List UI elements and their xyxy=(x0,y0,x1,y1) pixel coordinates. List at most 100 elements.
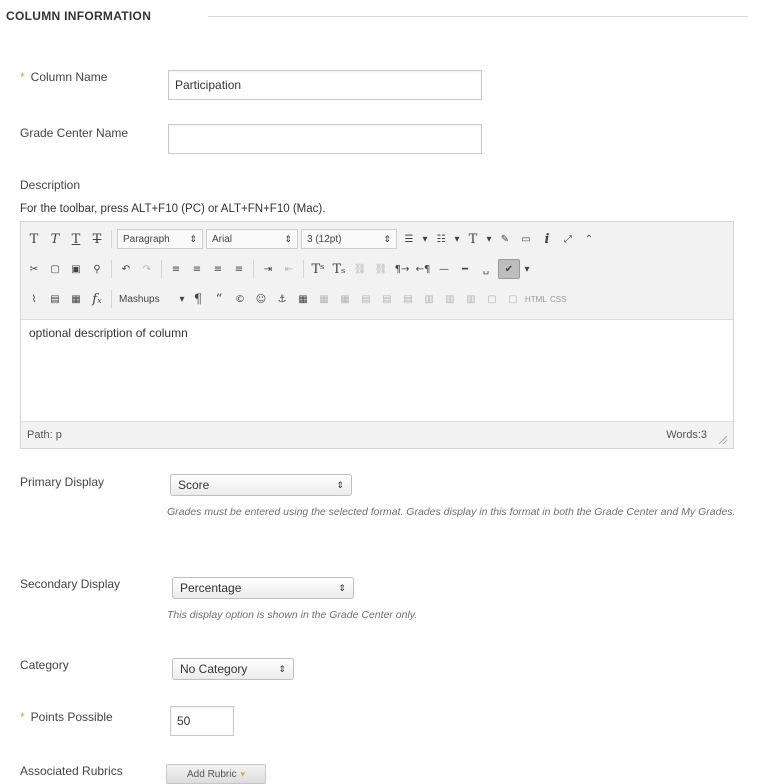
horizontal-rule-icon[interactable]: — xyxy=(435,259,453,279)
bullet-list-icon[interactable]: ☰ xyxy=(400,229,418,249)
mashups-label: Mashups xyxy=(119,293,160,305)
info-icon[interactable]: i xyxy=(538,229,556,249)
size-select[interactable]: 3 (12pt) ⇕ xyxy=(301,229,397,249)
spellcheck-toggle-icon[interactable]: ✔ xyxy=(498,259,520,279)
secondary-display-help: This display option is shown in the Grad… xyxy=(167,609,418,621)
underline-icon[interactable]: T xyxy=(67,229,85,249)
word-count: Words:3 xyxy=(666,429,707,441)
emoticon-icon[interactable]: ☺ xyxy=(252,289,270,309)
rtl-icon[interactable]: ←¶ xyxy=(414,259,432,279)
required-marker: * xyxy=(20,710,25,724)
editor-toolbar: T T T T Paragraph ⇕ Arial ⇕ 3 (12pt) ⇕ ☰ ▾ … xyxy=(21,222,733,320)
delete-col-icon[interactable]: ▥ xyxy=(462,289,480,309)
highlight-pen-icon[interactable]: ✎ xyxy=(496,229,514,249)
column-name-label-text: Column Name xyxy=(30,70,108,84)
insert-media-icon[interactable]: ▦ xyxy=(67,289,85,309)
mashups-menu[interactable]: Mashups xyxy=(117,289,175,309)
primary-display-select[interactable]: Score ⇕ xyxy=(170,474,352,496)
math-formula-icon[interactable]: fₓ xyxy=(88,289,106,309)
resize-handle-icon[interactable] xyxy=(717,434,727,444)
select-arrows-icon: ⇕ xyxy=(189,233,197,244)
dropdown-icon[interactable]: ▾ xyxy=(485,229,493,249)
font-select[interactable]: Arial ⇕ xyxy=(206,229,298,249)
add-rubric-button[interactable]: Add Rubric ▾ xyxy=(166,764,266,784)
column-name-input[interactable] xyxy=(168,70,482,100)
find-icon[interactable]: ⚲ xyxy=(88,259,106,279)
select-arrows-icon: ⇕ xyxy=(278,663,286,674)
grade-center-name-label: Grade Center Name xyxy=(20,126,129,140)
secondary-display-select[interactable]: Percentage ⇕ xyxy=(172,577,354,599)
align-left-icon[interactable]: ≡ xyxy=(167,259,185,279)
points-possible-label-text: Points Possible xyxy=(30,710,113,724)
numbered-list-icon[interactable]: ☷ xyxy=(432,229,450,249)
insert-col-after-icon[interactable]: ▥ xyxy=(441,289,459,309)
format-select-value: Paragraph xyxy=(123,233,170,245)
insert-image-icon[interactable]: ▤ xyxy=(46,289,64,309)
anchor-icon[interactable]: ⚓ xyxy=(273,289,291,309)
table-row-props-icon[interactable]: ▦ xyxy=(315,289,333,309)
paragraph-mark-icon[interactable]: ¶ xyxy=(189,289,207,309)
font-color-icon[interactable]: T xyxy=(464,229,482,249)
fullscreen-icon[interactable]: ⤢ xyxy=(559,229,577,249)
section-title: COLUMN INFORMATION xyxy=(6,9,152,23)
dropdown-icon[interactable]: ▾ xyxy=(421,229,429,249)
grade-center-name-input[interactable] xyxy=(168,124,482,154)
required-marker: * xyxy=(20,70,25,84)
justify-icon[interactable]: ≡ xyxy=(230,259,248,279)
dropdown-icon[interactable]: ▾ xyxy=(178,289,186,309)
merge-cells-icon[interactable]: ▢ xyxy=(504,289,522,309)
line-icon[interactable]: ━ xyxy=(456,259,474,279)
primary-display-label: Primary Display xyxy=(20,475,105,489)
primary-display-help: Grades must be entered using the selecte… xyxy=(167,506,736,518)
align-right-icon[interactable]: ≡ xyxy=(209,259,227,279)
italic-icon[interactable]: T xyxy=(46,229,64,249)
toolbar-separator xyxy=(111,290,112,308)
dropdown-icon[interactable]: ▾ xyxy=(523,259,531,279)
primary-display-value: Score xyxy=(178,478,210,492)
toolbar-row-3: ⌇ ▤ ▦ fₓ Mashups ▾ ¶ “ © ☺ ⚓ ▦ ▦ ▦ ▤ ▤ ▤… xyxy=(25,286,572,312)
outdent-icon[interactable]: ⇤ xyxy=(280,259,298,279)
select-arrows-icon: ⇕ xyxy=(284,233,292,244)
editor-path: Path: p xyxy=(27,429,62,441)
unlink-icon[interactable]: ⛓ xyxy=(372,259,390,279)
dropdown-icon[interactable]: ▾ xyxy=(453,229,461,249)
split-cells-icon[interactable]: ▢ xyxy=(483,289,501,309)
collapse-toolbar-icon[interactable]: ⌃ xyxy=(580,229,598,249)
bold-icon[interactable]: T xyxy=(25,229,43,249)
indent-icon[interactable]: ⇥ xyxy=(259,259,277,279)
insert-row-after-icon[interactable]: ▤ xyxy=(378,289,396,309)
undo-icon[interactable]: ↶ xyxy=(117,259,135,279)
nonbreaking-space-icon[interactable]: ␣ xyxy=(477,259,495,279)
attach-file-icon[interactable]: ⌇ xyxy=(25,289,43,309)
ltr-icon[interactable]: ¶→ xyxy=(393,259,411,279)
editor-content[interactable]: optional description of column xyxy=(29,326,188,340)
link-icon[interactable]: ⛓ xyxy=(351,259,369,279)
subscript-icon[interactable]: Tₛ xyxy=(330,259,348,279)
category-value: No Category xyxy=(180,662,248,676)
redo-icon[interactable]: ↷ xyxy=(138,259,156,279)
css-editor-button[interactable]: CSS xyxy=(550,295,572,304)
insert-row-before-icon[interactable]: ▤ xyxy=(357,289,375,309)
delete-row-icon[interactable]: ▤ xyxy=(399,289,417,309)
cut-icon[interactable]: ✂ xyxy=(25,259,43,279)
copyright-icon[interactable]: © xyxy=(231,289,249,309)
select-arrows-icon: ⇕ xyxy=(338,582,346,593)
paste-icon[interactable]: ▣ xyxy=(67,259,85,279)
spellcheck-icon[interactable]: ▭ xyxy=(517,229,535,249)
html-editor-button[interactable]: HTML xyxy=(525,295,547,304)
size-select-value: 3 (12pt) xyxy=(307,233,342,245)
category-select[interactable]: No Category ⇕ xyxy=(172,658,294,680)
points-possible-input[interactable] xyxy=(170,706,234,736)
copy-icon[interactable]: ▢ xyxy=(46,259,64,279)
column-name-label: * Column Name xyxy=(20,70,107,84)
blockquote-icon[interactable]: “ xyxy=(210,289,228,309)
superscript-icon[interactable]: Tˢ xyxy=(309,259,327,279)
align-center-icon[interactable]: ≡ xyxy=(188,259,206,279)
strikethrough-icon[interactable]: T xyxy=(88,229,106,249)
format-select[interactable]: Paragraph ⇕ xyxy=(117,229,203,249)
select-arrows-icon: ⇕ xyxy=(383,233,391,244)
insert-table-icon[interactable]: ▦ xyxy=(294,289,312,309)
insert-col-before-icon[interactable]: ▥ xyxy=(420,289,438,309)
table-cell-props-icon[interactable]: ▦ xyxy=(336,289,354,309)
add-rubric-label: Add Rubric xyxy=(187,768,237,780)
